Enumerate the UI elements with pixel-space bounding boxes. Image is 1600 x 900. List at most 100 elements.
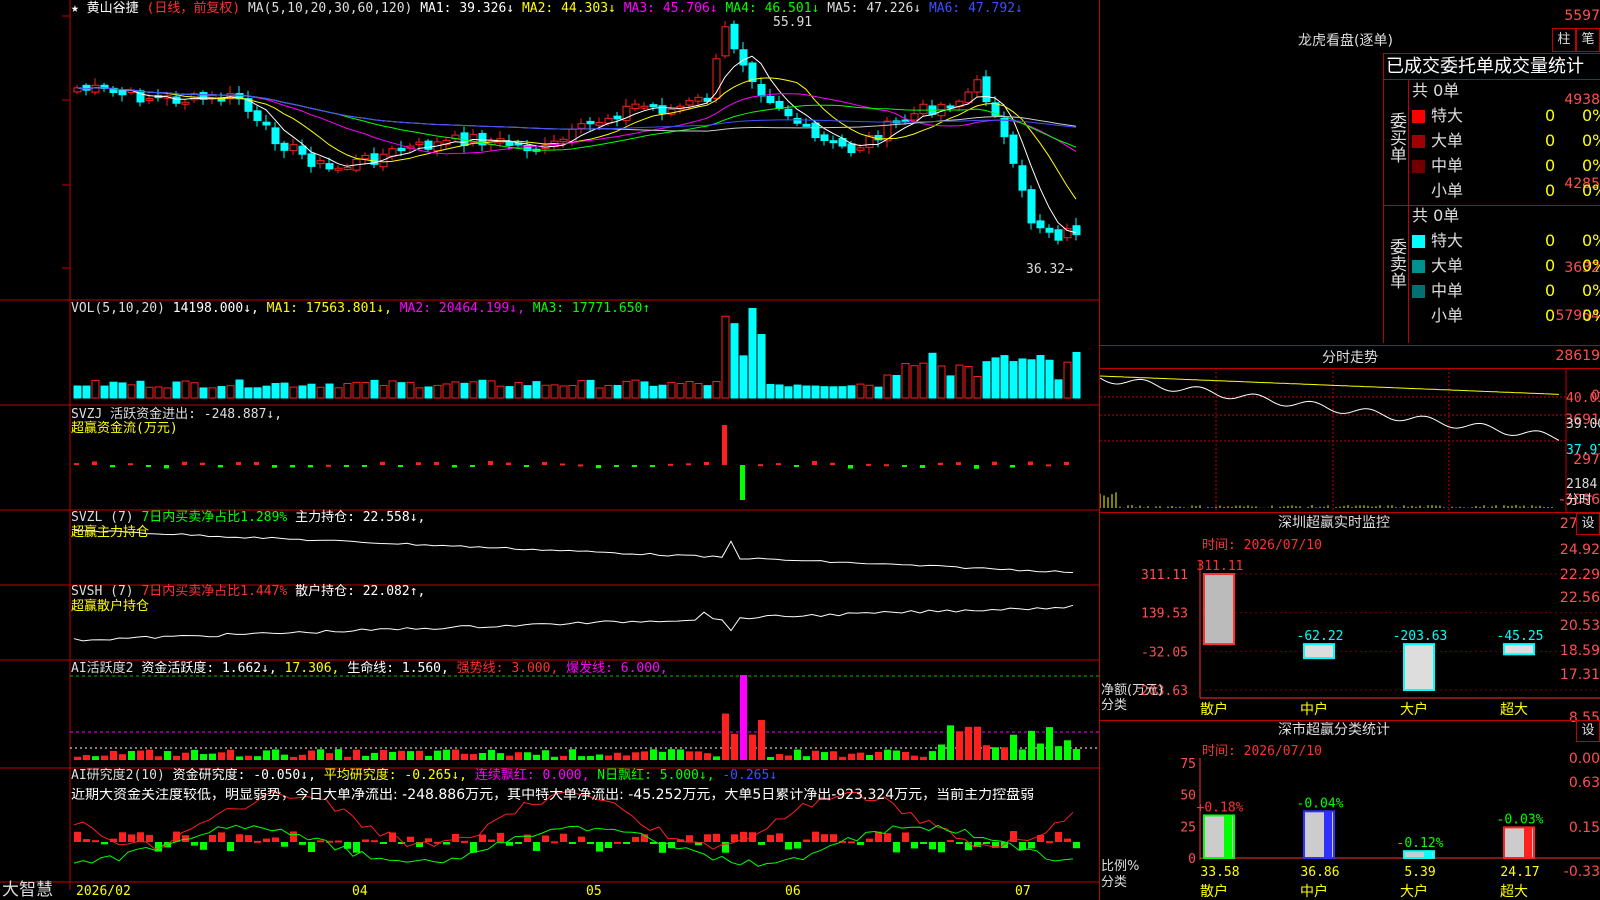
research-bar [686,835,693,842]
timeshare-footer: 分时 [1566,493,1593,508]
activity-bar [119,754,126,760]
fund-flow-bar [380,461,385,465]
volume-bar [451,381,460,399]
stats-bar-accent [1524,827,1532,858]
vol-title: VOL(5,10,20) [71,301,165,316]
volume-bar [181,380,190,399]
research-bar [569,842,576,844]
order-class-count: 0 [1545,231,1556,250]
activity-bar [857,752,864,760]
volume-bar [937,365,946,399]
research-bar [596,842,603,852]
volume-bar [901,362,910,399]
research-bar [281,842,288,847]
activity-bar [182,752,189,760]
volume-bar [307,383,316,399]
order-class-name: 小单 [1431,306,1464,325]
research-bar [938,842,945,853]
volume-bar [388,380,397,399]
dt-header: 已成交委托单成交量统计 [1386,56,1584,77]
research-bar [506,842,513,846]
research-bar [335,840,342,843]
activity-bar [164,751,171,760]
stats-category: 超大 [1500,884,1528,900]
candle-body [280,142,289,151]
research-bar [956,842,963,844]
monitor-settings-button[interactable]: 设 [1576,513,1600,535]
volume-bar [208,387,217,399]
volume-bar [487,380,496,399]
volume-bar [406,381,415,399]
ai-research-value: 资金研究度: -0.050↓, [172,768,324,783]
fund-flow-bar [632,465,637,467]
activity-bar [497,753,504,760]
volume-bar [1072,351,1081,399]
volume-bar [316,386,325,399]
candle-body [694,96,703,102]
order-class-name: 特大 [1431,106,1464,125]
order-class-count: 0 [1545,306,1556,325]
activity-bar [785,755,792,760]
bar-mode-button[interactable]: 柱 [1552,28,1576,52]
research-bar [488,839,495,842]
fund-flow-bar [722,425,727,465]
fund-flow-bar [884,464,889,467]
activity-bar [344,756,351,760]
buy-total: 共 0单 [1412,81,1460,100]
activity-bar [470,754,477,760]
volume-bar [1054,379,1063,399]
volume-bar [928,352,937,399]
candle-body [325,163,334,170]
activity-bar [200,754,207,760]
order-class-row: 小单 0 0% [1412,305,1600,327]
sell-orders-label: 委卖单 [1386,238,1406,289]
ma-line [76,55,1077,234]
research-bar [911,842,918,849]
candle-body [847,143,856,154]
fund-flow-bar [758,464,763,467]
activity-bar [1064,740,1071,760]
volume-bar [1000,355,1009,399]
volume-bar [622,380,631,399]
candle-body [415,141,424,146]
volume-bar [1036,355,1045,399]
fund-flow-bar [776,463,781,466]
timeshare-y: 39.00 [1566,417,1600,432]
volume-bar [874,386,883,399]
kline-chart[interactable] [0,0,1100,890]
date-label: 06 [785,884,801,899]
volume-bar [505,386,514,399]
fund-flow-bar [344,465,349,467]
research-bar [866,838,873,842]
activity-bar [659,751,666,760]
activity-bar [209,753,216,760]
stats-settings-button[interactable]: 设 [1576,720,1600,742]
order-class-percent: 0% [1582,131,1600,150]
order-class-percent: 0% [1582,156,1600,175]
activity-bar [677,749,684,760]
volume-bar [352,381,361,399]
ai-research-value: N日飘红: 5.000↓, [597,768,723,783]
research-bar [1010,831,1017,842]
activity-bar [155,756,162,760]
date-label: 05 [586,884,602,899]
volume-bar [892,374,901,399]
research-bar [929,842,936,850]
activity-bar [1010,734,1017,760]
dt-divider [1383,53,1600,54]
order-class-percent: 0% [1582,306,1600,325]
timeshare-chart[interactable] [1100,368,1600,513]
pen-mode-button[interactable]: 笔 [1576,28,1600,52]
volume-bar [415,387,424,399]
research-bar [128,834,135,842]
candle-body [730,23,739,50]
volume-bar [577,380,586,399]
candle-body [397,147,406,152]
order-class-percent: 0% [1582,281,1600,300]
stats-category: 中户 [1300,883,1328,900]
brand-logo[interactable]: 大智慧 [2,880,53,900]
volume-bar [109,381,118,399]
research-bar [614,841,621,844]
research-bar [461,840,468,843]
activity-bar [1037,743,1044,760]
